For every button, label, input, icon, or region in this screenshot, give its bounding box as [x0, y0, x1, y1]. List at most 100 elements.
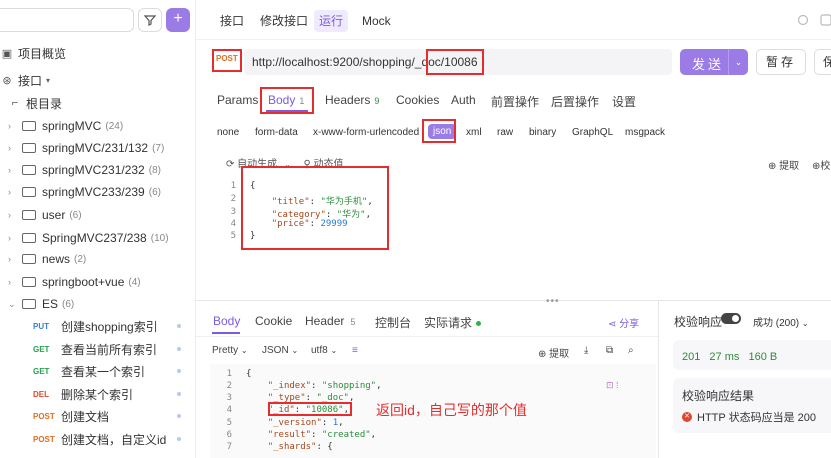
- extract-button[interactable]: ⊕ 提取: [768, 157, 799, 172]
- status-dot: [177, 369, 181, 373]
- api-item[interactable]: POST 创建文档: [33, 407, 193, 425]
- folder-icon: [22, 187, 36, 197]
- search-icon[interactable]: ⌕: [628, 345, 634, 356]
- body-type-xml[interactable]: xml: [466, 127, 482, 138]
- folder-count: (8): [148, 164, 161, 176]
- root-directory-label: 根目录: [26, 96, 63, 111]
- api-item[interactable]: GET 查看当前所有索引: [33, 340, 193, 358]
- body-type-form-data[interactable]: form-data: [255, 127, 298, 138]
- active-tab-underline: [212, 332, 240, 334]
- tab-cookies[interactable]: Cookies: [396, 93, 439, 107]
- body-type-raw[interactable]: raw: [497, 127, 513, 138]
- folder-name: springboot+vue: [42, 275, 125, 289]
- folder-item[interactable]: › user (6): [8, 206, 82, 224]
- api-item[interactable]: POST 创建文档，自定义id: [33, 430, 193, 448]
- api-item[interactable]: PUT 创建shopping索引: [33, 317, 193, 335]
- annotation-text: 返回id，自己写的那个值: [376, 402, 527, 418]
- chevron-right-icon: ›: [8, 165, 11, 175]
- response-tab-body[interactable]: Body: [213, 314, 240, 328]
- extract-icon: ⊕: [538, 349, 547, 360]
- root-directory[interactable]: ⌐ 根目录: [8, 94, 62, 112]
- method-selector[interactable]: POST: [216, 54, 238, 63]
- tab-mock[interactable]: Mock: [357, 10, 396, 32]
- tab-params[interactable]: Params: [217, 93, 258, 107]
- folder-item[interactable]: › news (2): [8, 250, 86, 268]
- chevron-right-icon: ›: [8, 210, 11, 220]
- settings-icon[interactable]: [820, 14, 831, 26]
- error-icon: ✕: [682, 412, 692, 422]
- response-tab-header[interactable]: Header 5: [305, 314, 355, 328]
- code-tools-icon[interactable]: ⊡ ⁞: [606, 380, 619, 391]
- wrap-icon[interactable]: ≡: [352, 345, 358, 356]
- folder-name: springMVC233/239: [42, 185, 145, 199]
- folder-item[interactable]: › springboot+vue (4): [8, 273, 141, 291]
- tab-api[interactable]: 接口: [215, 10, 249, 32]
- validation-result-text: HTTP 状态码应当是 200: [697, 412, 816, 424]
- validate-response-title: 校验响应: [674, 315, 723, 329]
- api-item[interactable]: GET 查看某一个索引: [33, 362, 193, 380]
- extract-response-button[interactable]: ⊕ 提取: [538, 345, 569, 360]
- body-type-urlencoded[interactable]: x-www-form-urlencoded: [313, 127, 419, 138]
- sidebar-item-label: 项目概览: [18, 46, 67, 61]
- panel-divider-vertical: [658, 300, 659, 458]
- encoding-label: utf8: [311, 345, 328, 356]
- sidebar-item-overview[interactable]: ▣ 项目概览: [0, 44, 66, 62]
- folder-count: (10): [150, 232, 169, 244]
- tab-post-ops[interactable]: 后置操作: [551, 93, 599, 110]
- success-label: 成功 (200): [753, 318, 800, 329]
- download-icon[interactable]: ⤓: [584, 345, 588, 356]
- folder-name: news: [42, 252, 71, 266]
- encoding-select[interactable]: utf8 ⌄: [311, 345, 337, 356]
- tab-auth[interactable]: Auth: [451, 93, 476, 107]
- folder-item[interactable]: › springMVC (24): [8, 117, 123, 135]
- share-button[interactable]: ⋖ 分享: [608, 315, 639, 330]
- method-badge: PUT: [33, 321, 49, 331]
- add-button[interactable]: +: [166, 8, 190, 32]
- resize-handle[interactable]: •••: [546, 296, 560, 307]
- response-tab-console[interactable]: 控制台: [375, 314, 411, 331]
- send-button[interactable]: 发送 ⌄: [680, 49, 748, 75]
- response-tab-actual-request[interactable]: 实际请求: [424, 314, 482, 331]
- folder-item[interactable]: › springMVC233/239 (6): [8, 183, 161, 201]
- tab-settings[interactable]: 设置: [612, 93, 636, 110]
- tab-pre-ops[interactable]: 前置操作: [491, 93, 539, 110]
- success-select[interactable]: 成功 (200) ⌄: [753, 314, 809, 329]
- filter-button[interactable]: [138, 8, 162, 32]
- folder-open-icon: [22, 299, 36, 309]
- api-item[interactable]: DEL 删除某个索引: [33, 385, 193, 403]
- folder-item[interactable]: › springMVC231/232 (8): [8, 161, 161, 179]
- body-type-graphql[interactable]: GraphQL: [572, 127, 613, 138]
- format-type-select[interactable]: JSON ⌄: [262, 345, 298, 356]
- tab-edit-api[interactable]: 修改接口: [255, 10, 313, 32]
- sidebar-item-api[interactable]: ⊛ 接口 ▾: [0, 71, 50, 89]
- folder-item[interactable]: › SpringMVC237/238 (10): [8, 229, 169, 247]
- copy-icon[interactable]: ⧉: [606, 345, 613, 356]
- tab-run[interactable]: 运行: [314, 10, 349, 32]
- save-draft-button[interactable]: 暂存: [756, 49, 806, 75]
- folder-name: ES: [42, 297, 59, 311]
- response-tab-cookie[interactable]: Cookie: [255, 314, 292, 328]
- folder-count: (2): [74, 253, 87, 265]
- line-number: 4: [230, 219, 236, 229]
- chevron-down-icon[interactable]: ⌄: [728, 49, 748, 75]
- highlight-box: [241, 166, 389, 250]
- folder-item-expanded[interactable]: ⌄ ES (6): [8, 295, 74, 313]
- body-type-binary[interactable]: binary: [529, 127, 556, 138]
- validate-toggle[interactable]: [721, 313, 741, 324]
- search-input[interactable]: [0, 8, 134, 32]
- folder-item[interactable]: › springMVC/231/132 (7): [8, 139, 164, 157]
- chevron-right-icon: ›: [8, 143, 11, 153]
- body-type-msgpack[interactable]: msgpack: [625, 127, 665, 138]
- response-stats: 201 27 ms 160 B: [682, 351, 777, 363]
- divider: [196, 336, 658, 337]
- validate-button[interactable]: ⊕校: [812, 157, 830, 172]
- line-number: 5: [230, 231, 236, 241]
- refresh-icon[interactable]: [797, 14, 809, 26]
- tab-headers[interactable]: Headers 9: [325, 93, 379, 107]
- folder-name: springMVC231/232: [42, 163, 145, 177]
- chevron-right-icon: ›: [8, 121, 11, 131]
- body-type-none[interactable]: none: [217, 127, 239, 138]
- save-button[interactable]: 保: [814, 49, 831, 75]
- tab-label: 实际请求: [424, 316, 473, 330]
- pretty-select[interactable]: Pretty ⌄: [212, 345, 248, 356]
